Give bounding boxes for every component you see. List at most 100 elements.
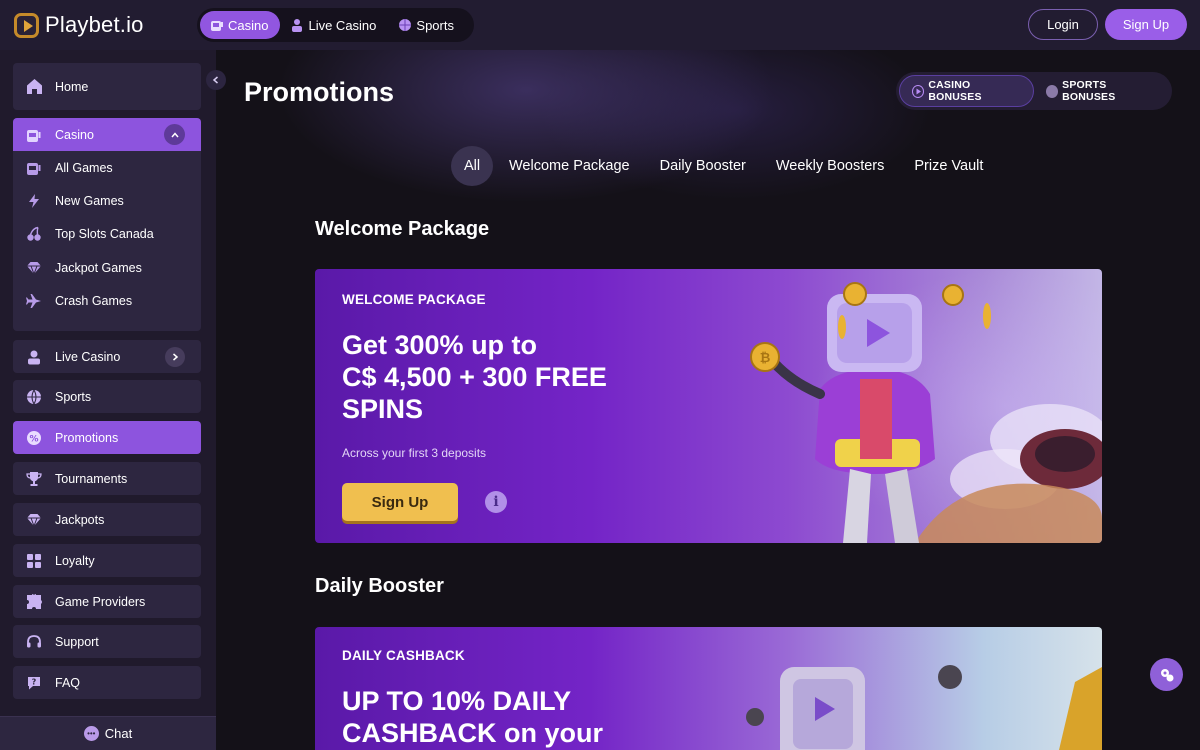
sidebar-subitem-label: New Games xyxy=(55,194,124,209)
sidebar-item-faq[interactable]: ? FAQ xyxy=(13,666,201,699)
chevron-left-icon xyxy=(212,76,218,84)
filter-prize-vault[interactable]: Prize Vault xyxy=(914,158,983,174)
dealer-icon xyxy=(290,18,304,32)
filter-all[interactable]: All xyxy=(451,146,493,186)
tab-sports-label: Sports xyxy=(416,17,454,33)
sidebar-item-label: Jackpots xyxy=(55,512,105,527)
grid-icon xyxy=(25,552,43,570)
airplane-icon xyxy=(25,292,43,310)
info-icon[interactable]: i xyxy=(485,491,507,513)
sidebar-subitem-label: Jackpot Games xyxy=(55,260,142,275)
sidebar-item-sports[interactable]: Sports xyxy=(13,380,201,413)
sidebar-item-label: Live Casino xyxy=(55,349,121,364)
chevron-right-icon[interactable] xyxy=(165,347,185,367)
sidebar-collapse-button[interactable] xyxy=(206,70,226,90)
sidebar-group-casino: Casino All Games New Games Top Slots Can… xyxy=(13,118,201,331)
sidebar-subitem-all-games[interactable]: All Games xyxy=(13,151,201,184)
casino-bonuses-label: CASINO BONUSES xyxy=(928,79,982,103)
sidebar-item-live-casino[interactable]: Live Casino xyxy=(13,340,201,373)
slot-machine-icon xyxy=(25,159,43,177)
diamond-icon xyxy=(25,511,43,529)
chevron-up-icon[interactable] xyxy=(164,124,185,145)
puzzle-icon xyxy=(25,593,43,611)
sidebar-item-support[interactable]: Support xyxy=(13,625,201,658)
login-button[interactable]: Login xyxy=(1028,9,1098,40)
sidebar-item-game-providers[interactable]: Game Providers xyxy=(13,585,201,618)
sidebar-item-home[interactable]: Home xyxy=(13,63,201,110)
page-title: Promotions xyxy=(244,77,395,107)
filter-weekly-boosters[interactable]: Weekly Boosters xyxy=(776,158,885,174)
casino-bonuses-button[interactable]: CASINO BONUSES xyxy=(899,75,1034,107)
sidebar-item-label: Support xyxy=(55,634,99,649)
sidebar-item-label: Promotions xyxy=(55,430,119,445)
tab-sports[interactable]: Sports xyxy=(388,11,466,39)
tab-live-casino[interactable]: Live Casino xyxy=(280,11,388,39)
sidebar-item-promotions[interactable]: % Promotions xyxy=(13,421,201,454)
filter-daily-booster[interactable]: Daily Booster xyxy=(660,158,746,174)
logo[interactable]: Playbet.io xyxy=(14,12,144,38)
logo-text: Playbet.io xyxy=(45,12,144,37)
headline-line: UP TO 10% DAILY xyxy=(342,686,572,716)
sidebar-item-loyalty[interactable]: Loyalty xyxy=(13,544,201,577)
headline-line: C$ 4,500 + 300 FREE xyxy=(342,362,607,392)
chat-button[interactable]: ••• Chat xyxy=(0,716,216,750)
headset-icon xyxy=(25,633,43,651)
tab-casino[interactable]: Casino xyxy=(200,11,281,39)
header-signup-button[interactable]: Sign Up xyxy=(1105,9,1187,40)
sidebar-subitem-label: All Games xyxy=(55,160,113,175)
support-widget-button[interactable] xyxy=(1150,658,1183,691)
sidebar-subitem-crash-games[interactable]: Crash Games xyxy=(13,285,201,318)
svg-text:?: ? xyxy=(32,677,37,686)
sidebar-item-label: Loyalty xyxy=(55,553,95,568)
promo-badge-icon: % xyxy=(25,429,43,447)
play-circle-icon xyxy=(912,84,925,98)
promotion-filters: All Welcome Package Daily Booster Weekly… xyxy=(451,146,1013,186)
bonus-type-toggle: CASINO BONUSES SPORTS BONUSES xyxy=(896,72,1172,110)
sidebar-subitem-label: Top Slots Canada xyxy=(55,227,154,242)
promo-card-headline: Get 300% up to C$ 4,500 + 300 FREE SPINS xyxy=(342,329,607,425)
section-title-welcome-package: Welcome Package xyxy=(315,218,490,240)
sidebar: Home Casino All Games New Games Top Slot… xyxy=(0,50,216,750)
top-header: Playbet.io Casino Live Casino Sports Log… xyxy=(0,0,1200,50)
support-icon xyxy=(1160,668,1173,681)
sidebar-item-label: Sports xyxy=(55,389,92,404)
sidebar-item-label: Tournaments xyxy=(55,471,128,486)
trophy-icon xyxy=(25,470,43,488)
sidebar-item-tournaments[interactable]: Tournaments xyxy=(13,462,201,495)
promo-card-label: WELCOME PACKAGE xyxy=(342,292,486,307)
headline-line: Get 300% up to xyxy=(342,330,538,360)
tab-live-casino-label: Live Casino xyxy=(308,17,377,33)
sidebar-subitem-top-slots-canada[interactable]: Top Slots Canada xyxy=(13,218,201,251)
sidebar-item-label: Casino xyxy=(55,127,94,142)
lightning-icon xyxy=(25,192,43,210)
diamond-icon xyxy=(25,259,43,277)
promo-card-welcome-package: ₿ WELCOME PACKAGE Get 300% up to C$ 4,50… xyxy=(315,269,1102,543)
promo-card-subtext: Across your first 3 deposits xyxy=(342,446,487,460)
main-content: Promotions CASINO BONUSES SPORTS BONUSES… xyxy=(216,50,1200,750)
promo-card-daily-booster: DAILY CASHBACK UP TO 10% DAILY CASHBACK … xyxy=(315,627,1102,750)
sidebar-item-label: Home xyxy=(55,79,89,94)
promo-card-label: DAILY CASHBACK xyxy=(342,648,465,663)
ball-icon xyxy=(1045,84,1059,98)
ball-icon xyxy=(25,388,43,406)
filter-welcome-package[interactable]: Welcome Package xyxy=(509,158,630,174)
sidebar-subitem-label: Crash Games xyxy=(55,294,133,309)
tab-casino-label: Casino xyxy=(228,17,269,33)
sidebar-subitem-new-games[interactable]: New Games xyxy=(13,184,201,217)
section-title-daily-booster: Daily Booster xyxy=(315,575,444,597)
sidebar-item-label: Game Providers xyxy=(55,594,146,609)
sports-bonuses-button[interactable]: SPORTS BONUSES xyxy=(1034,75,1169,107)
chat-label: Chat xyxy=(104,726,133,741)
sidebar-item-jackpots[interactable]: Jackpots xyxy=(13,503,201,536)
play-logo-icon xyxy=(14,12,39,38)
promo-card-headline: UP TO 10% DAILY CASHBACK on your xyxy=(342,685,603,749)
sidebar-item-casino[interactable]: Casino xyxy=(13,118,201,151)
sidebar-subitem-jackpot-games[interactable]: Jackpot Games xyxy=(13,251,201,284)
question-bubble-icon: ? xyxy=(25,674,43,692)
promo-signup-button[interactable]: Sign Up xyxy=(342,483,458,521)
cherries-icon xyxy=(25,225,43,243)
slot-machine-icon xyxy=(210,18,224,32)
sidebar-item-label: FAQ xyxy=(55,675,81,690)
ball-icon xyxy=(398,18,412,32)
product-switcher: Casino Live Casino Sports xyxy=(197,8,474,42)
